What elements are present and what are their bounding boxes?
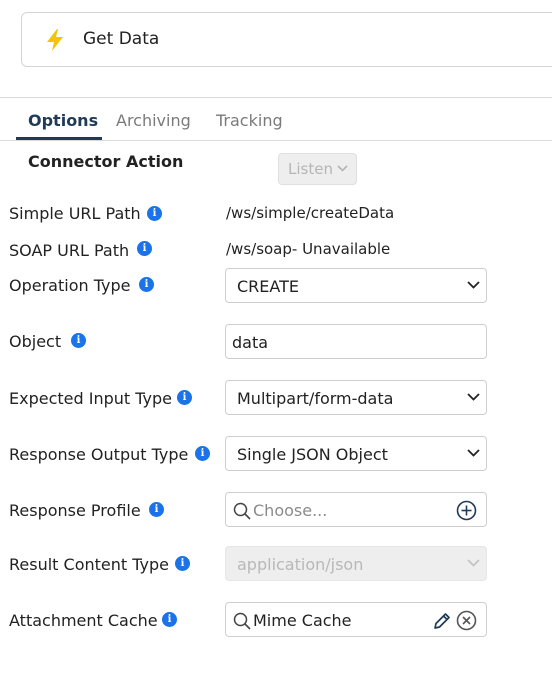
soap-url-path-value: /ws/soap- Unavailable [226, 240, 391, 258]
info-icon[interactable]: i [195, 446, 210, 461]
simple-url-path-value: /ws/simple/createData [226, 204, 395, 222]
chevron-down-icon [467, 449, 480, 457]
response-output-type-label: Response Output Type [9, 445, 189, 464]
object-input[interactable]: data [225, 324, 487, 359]
search-icon [233, 612, 251, 630]
simple-url-path-label: Simple URL Path [9, 204, 141, 223]
tabs-divider [0, 140, 552, 141]
attachment-cache-value: Mime Cache [253, 611, 352, 630]
response-profile-label: Response Profile [9, 501, 141, 520]
info-icon[interactable]: i [175, 556, 190, 571]
connector-action-select: Listen [278, 153, 357, 185]
tab-options[interactable]: Options [28, 111, 98, 130]
connector-action-value: Listen [288, 160, 333, 178]
info-icon[interactable]: i [177, 390, 192, 405]
object-label: Object [9, 332, 62, 351]
expected-input-type-value: Multipart/form-data [237, 389, 394, 408]
chevron-down-icon [467, 393, 480, 401]
info-icon[interactable]: i [71, 333, 86, 348]
add-circle-icon[interactable] [456, 500, 477, 521]
info-icon[interactable]: i [149, 502, 164, 517]
tab-tracking[interactable]: Tracking [216, 111, 283, 130]
chevron-down-icon [467, 559, 480, 567]
divider [0, 97, 552, 98]
shape-header-card: Get Data [21, 12, 552, 67]
object-value: data [232, 333, 269, 352]
expected-input-type-select[interactable]: Multipart/form-data [225, 380, 487, 415]
operation-type-select[interactable]: CREATE [225, 268, 487, 303]
pencil-edit-icon[interactable] [432, 611, 452, 631]
lightning-bolt-icon [47, 29, 63, 51]
search-icon [233, 502, 251, 520]
result-content-type-select: application/json [225, 546, 487, 581]
response-output-type-select[interactable]: Single JSON Object [225, 436, 487, 471]
connector-action-label: Connector Action [28, 152, 184, 171]
attachment-cache-picker[interactable]: Mime Cache [225, 602, 487, 637]
chevron-down-icon [337, 165, 348, 172]
result-content-type-label: Result Content Type [9, 555, 169, 574]
result-content-type-value: application/json [237, 555, 364, 574]
tab-archiving[interactable]: Archiving [116, 111, 191, 130]
clear-circle-icon[interactable] [456, 610, 477, 631]
response-profile-picker[interactable]: Choose... [225, 492, 487, 527]
operation-type-value: CREATE [237, 277, 299, 296]
response-profile-placeholder: Choose... [253, 501, 328, 520]
info-icon[interactable]: i [139, 277, 154, 292]
info-icon[interactable]: i [162, 612, 177, 627]
info-icon[interactable]: i [147, 206, 162, 221]
expected-input-type-label: Expected Input Type [9, 389, 172, 408]
soap-url-path-label: SOAP URL Path [9, 241, 130, 260]
operation-type-label: Operation Type [9, 276, 131, 295]
info-icon[interactable]: i [137, 241, 152, 256]
chevron-down-icon [467, 281, 480, 289]
response-output-type-value: Single JSON Object [237, 445, 388, 464]
tab-bar: Options Archiving Tracking [0, 108, 552, 142]
attachment-cache-label: Attachment Cache [9, 611, 158, 630]
shape-title: Get Data [83, 29, 160, 49]
